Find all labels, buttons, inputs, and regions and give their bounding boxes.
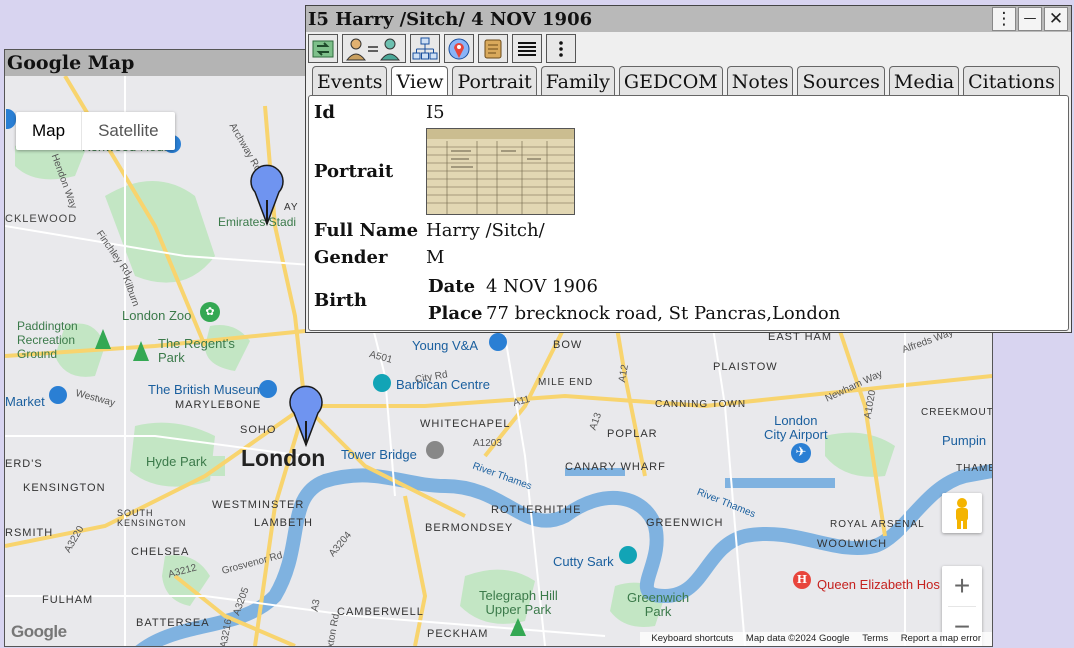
museum-poi-icon[interactable] <box>259 380 277 398</box>
airport-icon[interactable]: ✈ <box>791 443 811 463</box>
barbican-poi-icon[interactable] <box>373 374 391 392</box>
portrait-label: Portrait <box>314 161 394 182</box>
merge-persons-icon <box>345 38 401 60</box>
tab-notes[interactable]: Notes <box>726 66 794 96</box>
scroll-icon <box>484 39 502 58</box>
tab-events[interactable]: Events <box>312 66 388 96</box>
map-type-map-button[interactable]: Map <box>16 112 81 150</box>
map-marker-pin-icon[interactable] <box>249 160 285 226</box>
person-tabs: Events View Portrait Family GEDCOM Notes… <box>312 66 1060 98</box>
merge-persons-button[interactable] <box>342 34 406 63</box>
tower-bridge-poi-icon[interactable] <box>426 441 444 459</box>
sources-button[interactable] <box>478 34 508 63</box>
gender-value: M <box>426 247 445 268</box>
person-window: I5 Harry /Sitch/ 4 NOV 1906 ⋮ — ✕ Events… <box>305 5 1072 333</box>
report-map-error-link[interactable]: Report a map error <box>901 633 981 644</box>
tree-icon <box>412 37 438 59</box>
hospital-icon[interactable]: H <box>793 571 811 589</box>
full-name-value: Harry /Sitch/ <box>426 220 545 241</box>
portrait-thumbnail[interactable] <box>426 128 575 215</box>
map-marker-pin-icon[interactable] <box>288 381 324 447</box>
birth-label: Birth <box>314 290 367 311</box>
tab-media[interactable]: Media <box>888 66 960 96</box>
tab-view[interactable]: View <box>391 66 449 98</box>
id-label: Id <box>314 102 336 123</box>
birth-place-value: 77 brecknock road, St Pancras,London <box>486 303 841 324</box>
full-name-label: Full Name <box>314 220 419 241</box>
zoo-poi-icon[interactable]: ✿ <box>200 302 220 322</box>
tab-portrait[interactable]: Portrait <box>452 66 537 96</box>
gender-label: Gender <box>314 247 388 268</box>
more-icon <box>559 40 563 57</box>
family-tree-button[interactable] <box>410 34 440 63</box>
map-data-credit: Map data ©2024 Google <box>745 633 850 644</box>
map-pin-icon <box>448 38 470 59</box>
keyboard-shortcuts-link[interactable]: Keyboard shortcuts <box>651 633 733 644</box>
map-attribution-bar: Keyboard shortcuts Map data ©2024 Google… <box>640 632 992 646</box>
terms-link[interactable]: Terms <box>862 633 888 644</box>
close-button[interactable]: ✕ <box>1044 7 1068 31</box>
refresh-icon <box>312 40 334 57</box>
map-button[interactable] <box>444 34 474 63</box>
tab-family[interactable]: Family <box>540 66 615 96</box>
minimize-button[interactable]: — <box>1018 7 1042 31</box>
google-logo[interactable]: Google <box>11 622 67 642</box>
census-document-image <box>427 129 574 214</box>
map-type-control: Map Satellite <box>16 112 175 150</box>
tab-gedcom[interactable]: GEDCOM <box>618 66 723 96</box>
person-view-panel: Id I5 Portrait Full Name Harry /Sitch/ G… <box>308 95 1069 331</box>
tab-sources[interactable]: Sources <box>797 66 885 96</box>
lines-icon <box>518 41 536 56</box>
pegman-icon <box>956 498 968 529</box>
pegman-button[interactable] <box>942 493 982 533</box>
museum-poi-icon[interactable] <box>489 333 507 351</box>
person-window-title[interactable]: I5 Harry /Sitch/ 4 NOV 1906 <box>306 6 1071 32</box>
window-menu-button[interactable]: ⋮ <box>992 7 1016 31</box>
map-type-satellite-button[interactable]: Satellite <box>81 112 174 150</box>
birth-date-label: Date <box>428 276 476 297</box>
refresh-button[interactable] <box>308 34 338 63</box>
tab-citations[interactable]: Citations <box>963 66 1060 96</box>
shopping-poi-icon[interactable] <box>49 386 67 404</box>
text-view-button[interactable] <box>512 34 542 63</box>
birth-date-value: 4 NOV 1906 <box>486 276 598 297</box>
museum-poi-icon[interactable] <box>619 546 637 564</box>
birth-place-label: Place <box>428 303 483 324</box>
more-button[interactable] <box>546 34 576 63</box>
id-value: I5 <box>426 102 445 123</box>
person-toolbar <box>308 34 576 64</box>
zoom-in-button[interactable]: + <box>942 566 982 606</box>
